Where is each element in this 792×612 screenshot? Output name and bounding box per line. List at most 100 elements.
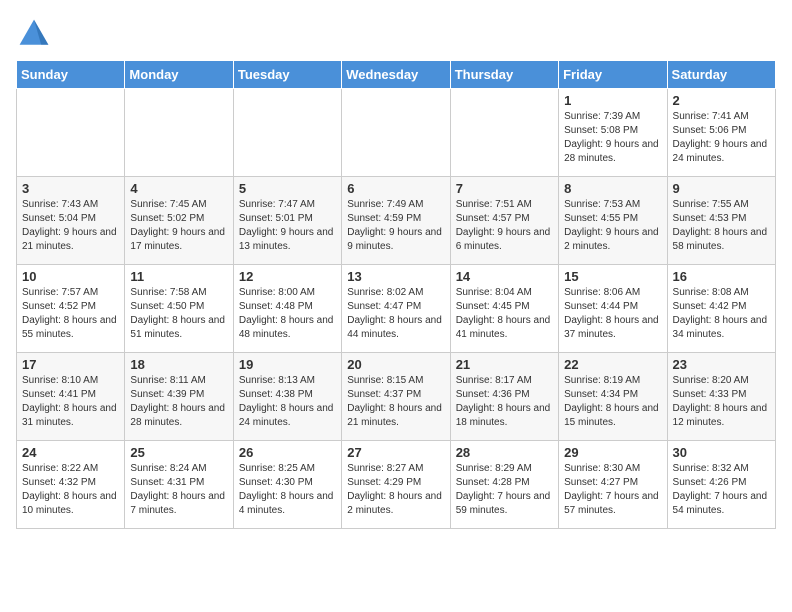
calendar-day-cell: 27 Sunrise: 8:27 AMSunset: 4:29 PMDayligh… [342, 441, 450, 529]
calendar-day-cell: 9 Sunrise: 7:55 AMSunset: 4:53 PMDaylight… [667, 177, 775, 265]
calendar-day-cell: 1 Sunrise: 7:39 AMSunset: 5:08 PMDaylight… [559, 89, 667, 177]
calendar-day-cell: 15Sunrise: 8:06 AMSunset: 4:44 PMDayligh… [559, 265, 667, 353]
day-info: Sunrise: 8:25 AMSunset: 4:30 PMDaylight:… [239, 463, 334, 516]
day-info: Sunrise: 8:29 AMSunset: 4:28 PMDaylight:… [456, 463, 551, 516]
calendar-day-cell: 8 Sunrise: 7:53 AMSunset: 4:55 PMDaylight… [559, 177, 667, 265]
day-info: Sunrise: 8:22 AMSunset: 4:32 PMDaylight:… [22, 463, 117, 516]
calendar-day-cell: 23 Sunrise: 8:20 AMSunset: 4:33 PMDayligh… [667, 353, 775, 441]
day-info: Sunrise: 8:08 AMSunset: 4:42 PMDaylight:… [673, 287, 768, 340]
calendar-day-cell: 12 Sunrise: 8:00 AMSunset: 4:48 PMDayligh… [233, 265, 341, 353]
day-number: 11 [130, 269, 227, 284]
day-info: Sunrise: 8:10 AMSunset: 4:41 PMDaylight:… [22, 375, 117, 428]
calendar-day-cell: 17 Sunrise: 8:10 AMSunset: 4:41 PMDayligh… [17, 353, 125, 441]
weekday-header-row: SundayMondayTuesdayWednesdayThursdayFrid… [17, 61, 776, 89]
day-number: 16 [673, 269, 770, 284]
day-number: 29 [564, 445, 661, 460]
calendar-day-cell: 28 Sunrise: 8:29 AMSunset: 4:28 PMDayligh… [450, 441, 558, 529]
day-number: 26 [239, 445, 336, 460]
day-number: 17 [22, 357, 119, 372]
calendar-day-cell: 21Sunrise: 8:17 AMSunset: 4:36 PMDayligh… [450, 353, 558, 441]
day-info: Sunrise: 8:19 AMSunset: 4:34 PMDaylight:… [564, 375, 659, 428]
calendar-week-row: 1 Sunrise: 7:39 AMSunset: 5:08 PMDaylight… [17, 89, 776, 177]
day-number: 25 [130, 445, 227, 460]
calendar-day-cell: 19 Sunrise: 8:13 AMSunset: 4:38 PMDayligh… [233, 353, 341, 441]
calendar-day-cell [125, 89, 233, 177]
calendar-day-cell: 4 Sunrise: 7:45 AMSunset: 5:02 PMDaylight… [125, 177, 233, 265]
day-number: 1 [564, 93, 661, 108]
calendar-day-cell [342, 89, 450, 177]
day-number: 7 [456, 181, 553, 196]
day-number: 20 [347, 357, 444, 372]
calendar-day-cell: 18Sunrise: 8:11 AMSunset: 4:39 PMDayligh… [125, 353, 233, 441]
day-info: Sunrise: 7:53 AMSunset: 4:55 PMDaylight:… [564, 199, 659, 252]
day-number: 8 [564, 181, 661, 196]
day-info: Sunrise: 7:51 AMSunset: 4:57 PMDaylight:… [456, 199, 551, 252]
day-number: 13 [347, 269, 444, 284]
weekday-header: Wednesday [342, 61, 450, 89]
day-info: Sunrise: 8:24 AMSunset: 4:31 PMDaylight:… [130, 463, 225, 516]
calendar-day-cell: 10 Sunrise: 7:57 AMSunset: 4:52 PMDayligh… [17, 265, 125, 353]
calendar-day-cell: 29 Sunrise: 8:30 AMSunset: 4:27 PMDayligh… [559, 441, 667, 529]
day-number: 24 [22, 445, 119, 460]
day-number: 12 [239, 269, 336, 284]
weekday-header: Monday [125, 61, 233, 89]
calendar-day-cell: 25 Sunrise: 8:24 AMSunset: 4:31 PMDayligh… [125, 441, 233, 529]
day-info: Sunrise: 7:49 AMSunset: 4:59 PMDaylight:… [347, 199, 442, 252]
day-number: 4 [130, 181, 227, 196]
weekday-header: Saturday [667, 61, 775, 89]
calendar-week-row: 10 Sunrise: 7:57 AMSunset: 4:52 PMDayligh… [17, 265, 776, 353]
day-info: Sunrise: 7:41 AMSunset: 5:06 PMDaylight:… [673, 111, 768, 164]
day-info: Sunrise: 7:57 AMSunset: 4:52 PMDaylight:… [22, 287, 117, 340]
weekday-header: Friday [559, 61, 667, 89]
calendar-day-cell [233, 89, 341, 177]
day-number: 6 [347, 181, 444, 196]
logo-icon [16, 16, 52, 52]
calendar-day-cell: 3Sunrise: 7:43 AMSunset: 5:04 PMDaylight… [17, 177, 125, 265]
calendar-day-cell: 7 Sunrise: 7:51 AMSunset: 4:57 PMDaylight… [450, 177, 558, 265]
day-info: Sunrise: 7:39 AMSunset: 5:08 PMDaylight:… [564, 111, 659, 164]
calendar-day-cell: 26 Sunrise: 8:25 AMSunset: 4:30 PMDayligh… [233, 441, 341, 529]
calendar-day-cell: 24 Sunrise: 8:22 AMSunset: 4:32 PMDayligh… [17, 441, 125, 529]
day-number: 28 [456, 445, 553, 460]
calendar-week-row: 17 Sunrise: 8:10 AMSunset: 4:41 PMDayligh… [17, 353, 776, 441]
day-info: Sunrise: 8:32 AMSunset: 4:26 PMDaylight:… [673, 463, 768, 516]
day-info: Sunrise: 8:11 AMSunset: 4:39 PMDaylight:… [130, 375, 225, 428]
weekday-header: Tuesday [233, 61, 341, 89]
weekday-header: Thursday [450, 61, 558, 89]
day-number: 19 [239, 357, 336, 372]
calendar-day-cell: 30 Sunrise: 8:32 AMSunset: 4:26 PMDayligh… [667, 441, 775, 529]
day-number: 14 [456, 269, 553, 284]
day-info: Sunrise: 7:55 AMSunset: 4:53 PMDaylight:… [673, 199, 768, 252]
page-header [16, 16, 776, 52]
day-info: Sunrise: 8:00 AMSunset: 4:48 PMDaylight:… [239, 287, 334, 340]
logo [16, 16, 58, 52]
day-info: Sunrise: 8:20 AMSunset: 4:33 PMDaylight:… [673, 375, 768, 428]
calendar-day-cell: 20 Sunrise: 8:15 AMSunset: 4:37 PMDayligh… [342, 353, 450, 441]
day-number: 2 [673, 93, 770, 108]
calendar-day-cell [450, 89, 558, 177]
calendar-day-cell: 13Sunrise: 8:02 AMSunset: 4:47 PMDayligh… [342, 265, 450, 353]
calendar-day-cell [17, 89, 125, 177]
day-info: Sunrise: 7:45 AMSunset: 5:02 PMDaylight:… [130, 199, 225, 252]
day-number: 23 [673, 357, 770, 372]
day-number: 27 [347, 445, 444, 460]
calendar-week-row: 3Sunrise: 7:43 AMSunset: 5:04 PMDaylight… [17, 177, 776, 265]
day-number: 3 [22, 181, 119, 196]
weekday-header: Sunday [17, 61, 125, 89]
calendar-day-cell: 14Sunrise: 8:04 AMSunset: 4:45 PMDayligh… [450, 265, 558, 353]
day-info: Sunrise: 8:17 AMSunset: 4:36 PMDaylight:… [456, 375, 551, 428]
day-info: Sunrise: 8:30 AMSunset: 4:27 PMDaylight:… [564, 463, 659, 516]
calendar-day-cell: 5Sunrise: 7:47 AMSunset: 5:01 PMDaylight… [233, 177, 341, 265]
day-info: Sunrise: 8:13 AMSunset: 4:38 PMDaylight:… [239, 375, 334, 428]
day-number: 9 [673, 181, 770, 196]
calendar-day-cell: 6 Sunrise: 7:49 AMSunset: 4:59 PMDaylight… [342, 177, 450, 265]
day-info: Sunrise: 8:06 AMSunset: 4:44 PMDaylight:… [564, 287, 659, 340]
day-info: Sunrise: 8:27 AMSunset: 4:29 PMDaylight:… [347, 463, 442, 516]
day-info: Sunrise: 8:15 AMSunset: 4:37 PMDaylight:… [347, 375, 442, 428]
calendar-day-cell: 2 Sunrise: 7:41 AMSunset: 5:06 PMDaylight… [667, 89, 775, 177]
day-number: 10 [22, 269, 119, 284]
day-info: Sunrise: 7:58 AMSunset: 4:50 PMDaylight:… [130, 287, 225, 340]
day-number: 30 [673, 445, 770, 460]
calendar-week-row: 24 Sunrise: 8:22 AMSunset: 4:32 PMDayligh… [17, 441, 776, 529]
calendar-day-cell: 22Sunrise: 8:19 AMSunset: 4:34 PMDayligh… [559, 353, 667, 441]
